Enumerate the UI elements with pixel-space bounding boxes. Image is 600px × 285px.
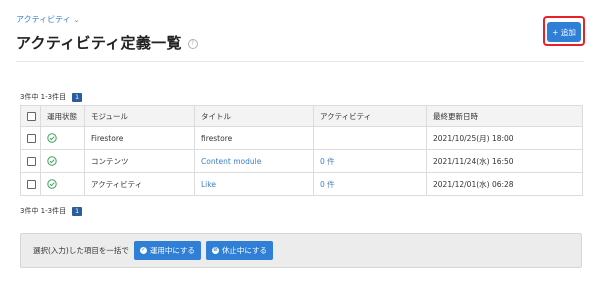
breadcrumb-label[interactable]: アクティビティ — [16, 14, 71, 25]
select-all-checkbox[interactable] — [27, 111, 36, 121]
result-count: 3件中 1-3件目 — [20, 93, 67, 101]
row-module: Firestore — [84, 126, 195, 150]
row-activity-link[interactable]: 0 件 — [320, 180, 335, 189]
page-button-1[interactable]: 1 — [72, 206, 83, 216]
deactivate-button-label[interactable]: 休止中にする — [222, 245, 267, 256]
row-status — [40, 172, 85, 196]
activity-table: 運用状態 モジュール タイトル アクティビティ 最終更新日時 Firestore… — [20, 105, 583, 196]
row-activity[interactable]: 0 件 — [313, 149, 427, 173]
ban-icon: ⊘ — [211, 247, 219, 254]
add-button[interactable]: + 追加 — [547, 22, 581, 42]
check-circle-icon — [47, 156, 57, 166]
page-button-1[interactable]: 1 — [72, 92, 83, 102]
row-status — [40, 126, 85, 150]
row-select[interactable] — [20, 126, 41, 150]
row-title[interactable]: Like — [194, 172, 314, 196]
deactivate-button[interactable]: ⊘ 休止中にする — [205, 241, 274, 260]
row-title[interactable]: Content module — [194, 149, 314, 173]
row-title: firestore — [194, 126, 314, 150]
header-status: 運用状態 — [40, 105, 85, 127]
header-select-all[interactable] — [20, 105, 41, 127]
result-count: 3件中 1-3件目 — [20, 207, 67, 215]
row-title-link[interactable]: Content module — [201, 157, 261, 166]
header-module: モジュール — [84, 105, 195, 127]
row-activity — [313, 126, 427, 150]
row-activity[interactable]: 0 件 — [313, 172, 427, 196]
check-circle-icon — [47, 179, 57, 189]
row-updated: 2021/12/01(水) 06:28 — [426, 172, 583, 196]
row-activity-link[interactable]: 0 件 — [320, 157, 335, 166]
pagination-bottom: 3件中 1-3件目 1 — [20, 206, 83, 216]
row-select[interactable] — [20, 172, 41, 196]
row-module: アクティビティ — [84, 172, 195, 196]
table-header-row: 運用状態 モジュール タイトル アクティビティ 最終更新日時 — [20, 105, 583, 127]
activate-button[interactable]: ✓ 運用中にする — [133, 241, 201, 260]
row-title-link[interactable]: Like — [201, 180, 216, 189]
row-checkbox[interactable] — [27, 133, 36, 143]
row-updated: 2021/10/25(月) 18:00 — [426, 126, 583, 150]
header-activity: アクティビティ — [313, 105, 427, 127]
table-row: アクティビティ Like 0 件 2021/12/01(水) 06:28 — [20, 172, 583, 196]
row-updated: 2021/11/24(水) 16:50 — [426, 149, 583, 173]
chevron-down-icon[interactable]: ⌄ — [74, 16, 80, 24]
bulk-action-label: 選択(入力)した項目を一括で — [33, 246, 129, 255]
row-status — [40, 149, 85, 173]
breadcrumb[interactable]: アクティビティ ⌄ — [16, 14, 80, 25]
table-row: コンテンツ Content module 0 件 2021/11/24(水) 1… — [20, 149, 583, 173]
row-select[interactable] — [20, 149, 41, 173]
check-circle-icon — [47, 133, 57, 143]
bulk-action-bar: 選択(入力)した項目を一括で ✓ 運用中にする ⊘ 休止中にする — [20, 233, 582, 268]
row-module: コンテンツ — [84, 149, 195, 173]
header-divider — [16, 61, 584, 62]
row-checkbox[interactable] — [27, 156, 36, 166]
activate-button-label[interactable]: 運用中にする — [150, 245, 195, 256]
page-title: アクティビティ定義一覧 ? — [16, 32, 198, 53]
page-title-text: アクティビティ定義一覧 — [16, 34, 182, 52]
header-updated: 最終更新日時 — [426, 105, 583, 127]
header-title: タイトル — [194, 105, 314, 127]
table-row: Firestore firestore 2021/10/25(月) 18:00 — [20, 126, 583, 150]
row-checkbox[interactable] — [27, 179, 36, 189]
pagination-top: 3件中 1-3件目 1 — [20, 92, 83, 102]
check-circle-icon: ✓ — [139, 247, 147, 254]
help-icon[interactable]: ? — [187, 39, 198, 49]
